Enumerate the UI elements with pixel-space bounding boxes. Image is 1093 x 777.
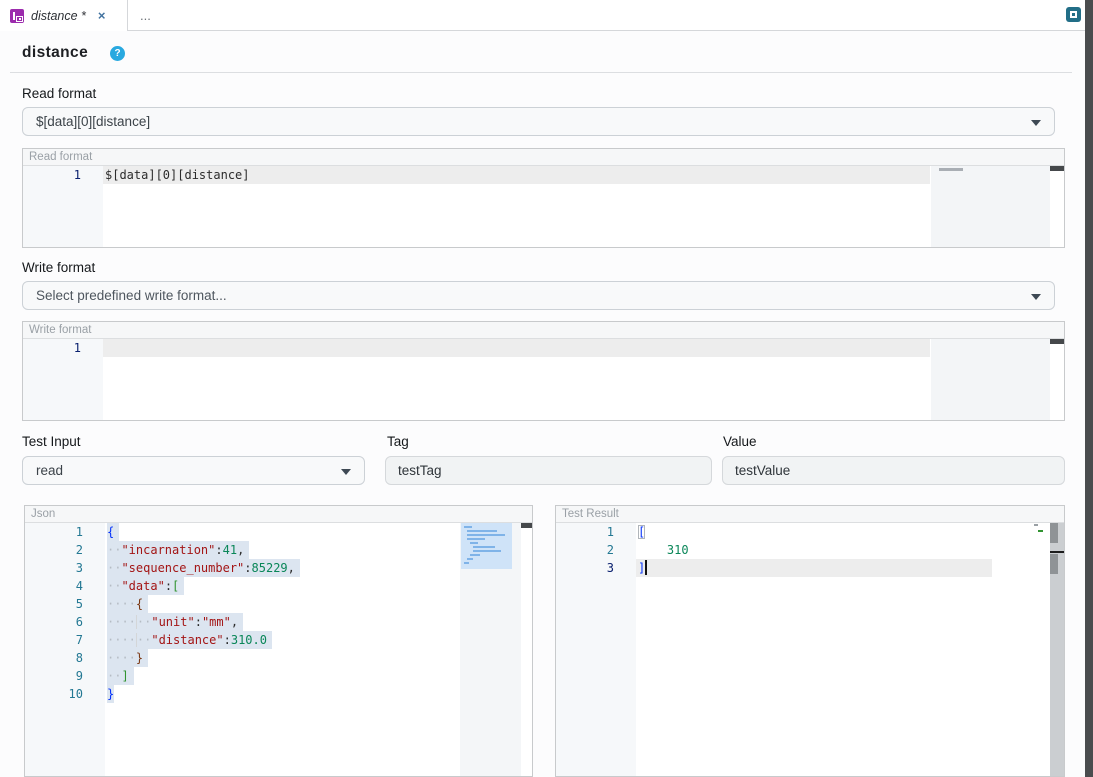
minimap <box>931 339 1050 420</box>
minimap <box>992 523 1050 776</box>
value-field[interactable] <box>722 456 1065 485</box>
editor-header: Write format <box>23 322 1064 339</box>
code-area[interactable]: 1[2 3103] <box>556 523 992 577</box>
app-window-icon[interactable] <box>1066 7 1081 22</box>
editor-body: 1[2 3103] <box>556 523 1064 776</box>
editor-header: Read format <box>23 149 1064 166</box>
editor-title: Test Result <box>562 508 619 520</box>
write-format-editor-panel: Write format 1 <box>22 321 1065 421</box>
ruler-mark <box>1050 523 1058 543</box>
minimap-content <box>1034 524 1038 526</box>
code-area[interactable]: 1{2··"incarnation":41,3··"sequence_numbe… <box>25 523 460 703</box>
read-format-label: Read format <box>22 86 96 101</box>
chevron-down-icon <box>1031 120 1041 126</box>
format-transform-icon <box>10 9 24 23</box>
editor-title: Read format <box>29 151 92 163</box>
write-format-label: Write format <box>22 260 95 275</box>
screen: ... distance * × distance ? Read format … <box>0 0 1093 777</box>
write-format-select-placeholder: Select predefined write format... <box>36 288 227 303</box>
scrollbar-thumb[interactable] <box>521 523 532 528</box>
editor-scrollbar[interactable] <box>1050 166 1064 247</box>
divider <box>10 72 1072 73</box>
tab-title: distance * <box>31 9 86 23</box>
minimap-content <box>1038 530 1043 532</box>
scrollbar-thumb[interactable] <box>1050 339 1064 344</box>
icon-detail <box>19 18 21 20</box>
value-label: Value <box>723 434 757 449</box>
editor-body: 1{2··"incarnation":41,3··"sequence_numbe… <box>25 523 532 776</box>
minimap <box>460 523 521 776</box>
code-area[interactable]: 1 <box>23 339 930 357</box>
read-format-select[interactable]: $[data][0][distance] <box>22 107 1055 136</box>
tag-label: Tag <box>387 434 409 449</box>
page-title: distance <box>22 44 88 62</box>
read-format-editor-panel: Read format 1$[data][0][distance] <box>22 148 1065 248</box>
tab-more[interactable]: ... <box>128 0 151 30</box>
editor-body: 1$[data][0][distance] <box>23 166 1064 247</box>
tag-field[interactable] <box>385 456 712 485</box>
json-editor-panel: Json 1{2··"incarnation":41,3··"sequ <box>24 505 533 777</box>
read-format-select-value: $[data][0][distance] <box>36 114 150 129</box>
icon-detail <box>13 12 15 20</box>
chevron-down-icon <box>1031 294 1041 300</box>
minimap-content <box>939 168 963 171</box>
icon-detail <box>1072 13 1075 16</box>
overview-ruler[interactable] <box>1050 523 1064 776</box>
code-area[interactable]: 1$[data][0][distance] <box>23 166 930 184</box>
editor-scrollbar[interactable] <box>521 523 532 776</box>
editor-title: Json <box>31 508 55 520</box>
editor-body: 1 <box>23 339 1064 420</box>
tab-distance[interactable]: distance * × <box>0 0 128 31</box>
test-input-label: Test Input <box>22 434 81 449</box>
tab-more-label: ... <box>140 8 151 23</box>
page-scrollbar[interactable] <box>1085 0 1093 777</box>
editor-header: Test Result <box>556 506 1064 523</box>
editor-title: Write format <box>29 324 91 336</box>
editor-scrollbar[interactable] <box>1050 339 1064 420</box>
editor-header: Json <box>25 506 532 523</box>
test-input-select-value: read <box>36 463 63 478</box>
help-icon[interactable]: ? <box>110 46 125 61</box>
tab-bar: ... distance * × <box>0 0 1093 31</box>
test-result-editor-panel: Test Result 1[2 3103] <box>555 505 1065 777</box>
chevron-down-icon <box>341 469 351 475</box>
minimap-selection <box>461 523 512 569</box>
ruler-cursor-mark <box>1050 551 1064 553</box>
ruler-mark <box>1050 554 1058 574</box>
scrollbar-thumb[interactable] <box>1050 166 1064 171</box>
tab-close-icon[interactable]: × <box>98 9 106 23</box>
write-format-select[interactable]: Select predefined write format... <box>22 281 1055 310</box>
test-input-select[interactable]: read <box>22 456 365 485</box>
minimap <box>931 166 1050 247</box>
